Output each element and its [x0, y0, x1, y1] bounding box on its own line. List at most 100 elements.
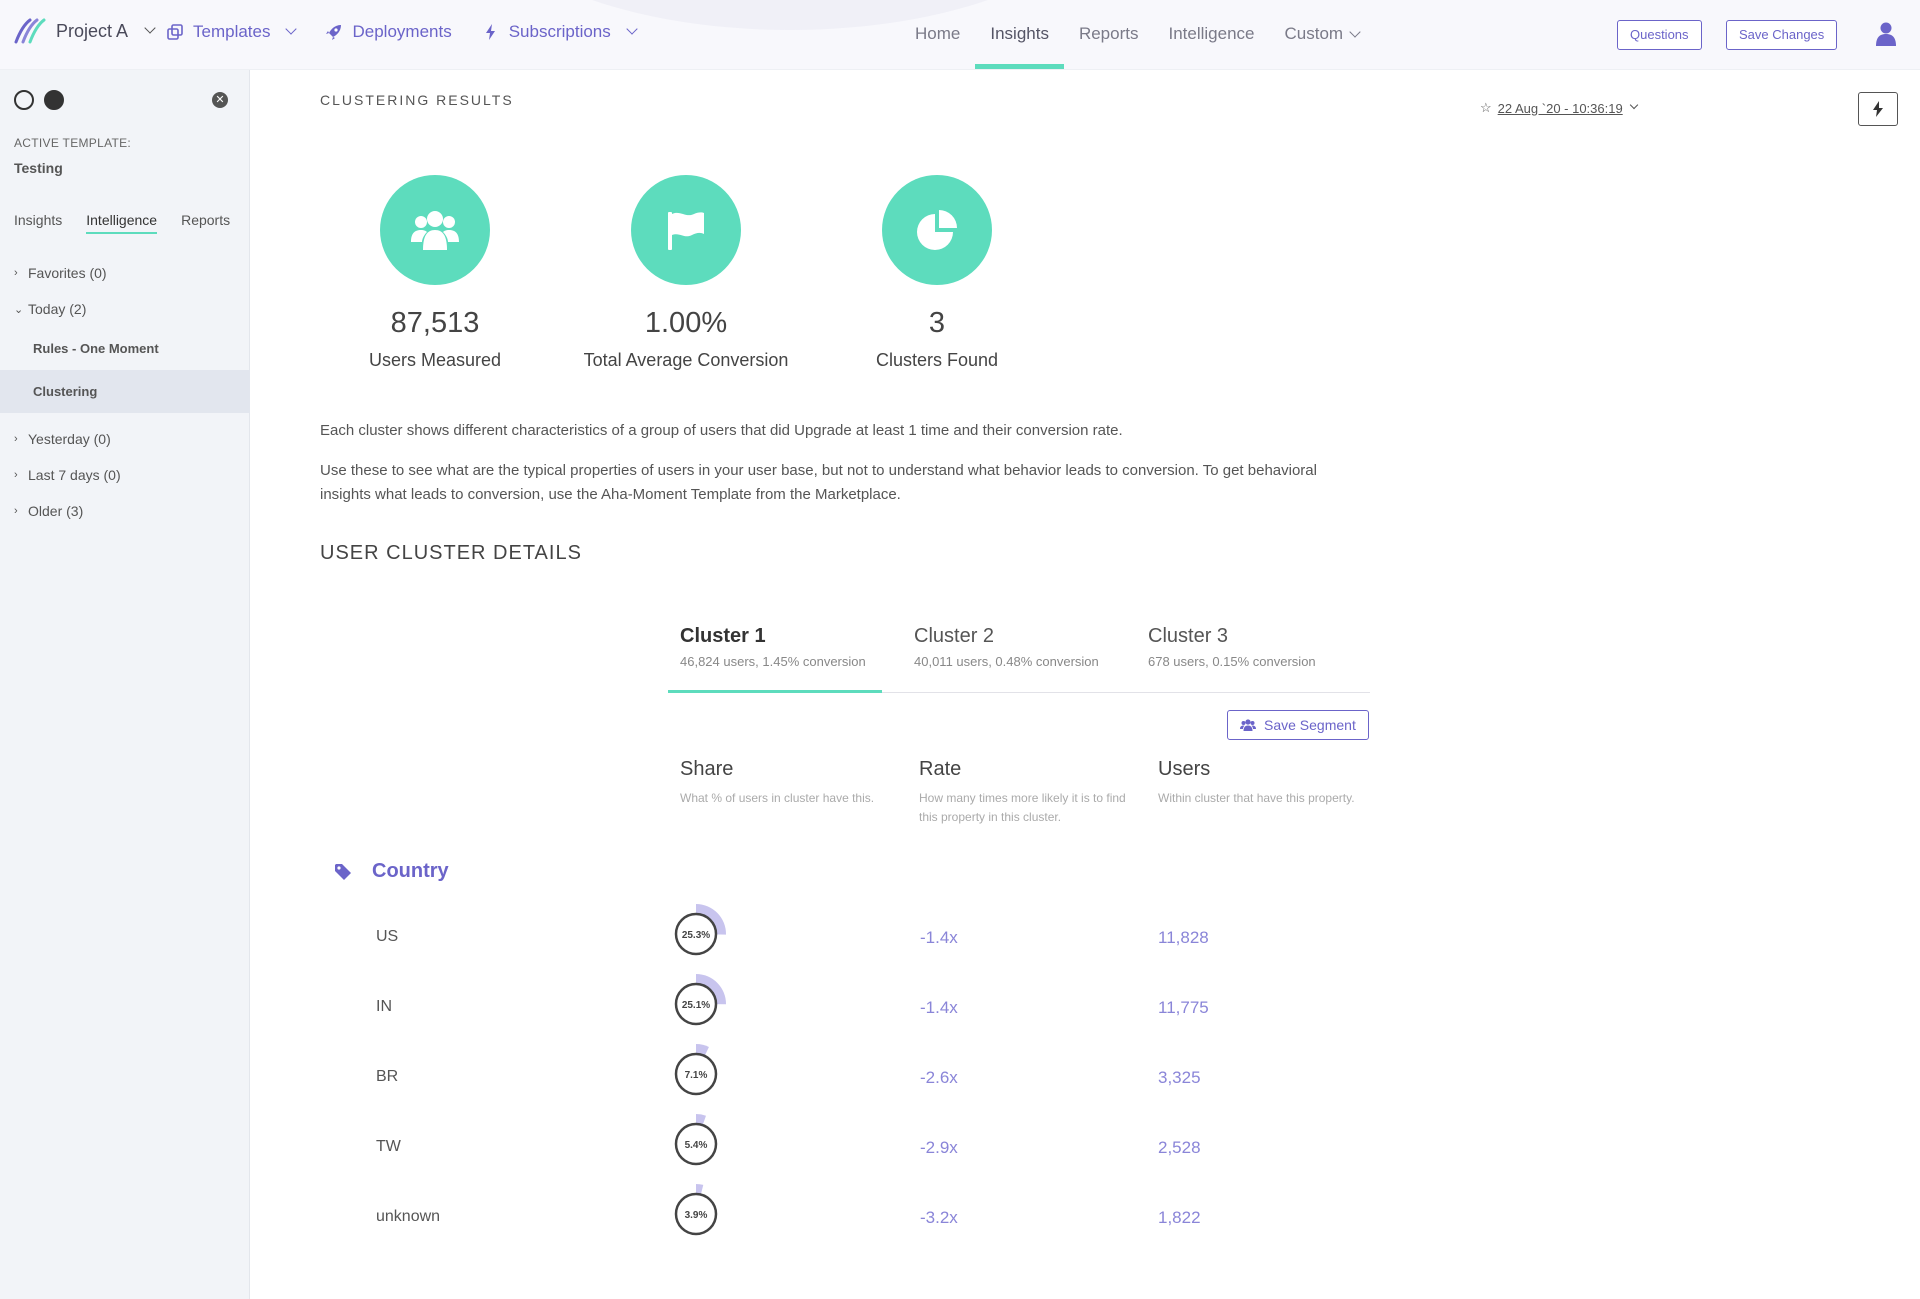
primary-nav: Templates Deployments Subscriptions	[166, 22, 638, 42]
nav-subscriptions[interactable]: Subscriptions	[482, 22, 638, 42]
bolt-icon	[485, 24, 495, 40]
light-theme-toggle[interactable]	[14, 90, 34, 110]
property-name: unknown	[376, 1208, 441, 1225]
rate-value: -1.4x	[920, 928, 958, 947]
sidebar-tab-intelligence[interactable]: Intelligence	[86, 212, 158, 234]
close-icon[interactable]: ✕	[212, 92, 228, 108]
property-name: BR	[376, 1068, 399, 1085]
save-changes-button[interactable]: Save Changes	[1726, 20, 1838, 50]
category-label: Country	[372, 860, 449, 882]
table-row: TW 5.4% -2.9x 2,528	[250, 1114, 1450, 1198]
users-value: 3,325	[1158, 1068, 1201, 1087]
dark-theme-toggle[interactable]	[44, 90, 64, 110]
users-value: 1,822	[1158, 1208, 1201, 1227]
tab-insights[interactable]: Insights	[975, 0, 1064, 69]
chevron-right-icon: ›	[14, 433, 18, 445]
tab-intelligence[interactable]: Intelligence	[1153, 0, 1269, 69]
timestamp: 22 Aug `20 - 10:36:19	[1497, 100, 1623, 116]
tab-cluster-3[interactable]: Cluster 3 678 users, 0.15% conversion	[1136, 625, 1370, 692]
active-template-label: ACTIVE TEMPLATE:	[14, 136, 132, 150]
column-title: Share	[680, 758, 734, 780]
column-description: What % of users in cluster have this.	[680, 791, 875, 805]
group-label: Yesterday (0)	[28, 431, 111, 447]
stat-value: 87,513	[390, 307, 480, 339]
cluster-summary: 678 users, 0.15% conversion	[1148, 654, 1316, 669]
rocket-icon	[326, 25, 342, 40]
section-tabs: Home Insights Reports Intelligence Custo…	[900, 0, 1375, 69]
active-template-value: Testing	[14, 160, 63, 176]
group-label: Favorites (0)	[28, 265, 107, 281]
column-description: Within cluster that have this property.	[1158, 791, 1355, 805]
sidebar-tab-insights[interactable]: Insights	[14, 212, 62, 234]
nav-deployments[interactable]: Deployments	[325, 22, 452, 42]
sidebar-tabs: Insights Intelligence Reports	[14, 212, 230, 234]
tab-cluster-1[interactable]: Cluster 1 46,824 users, 1.45% conversion	[668, 625, 902, 693]
cluster-summary: 46,824 users, 1.45% conversion	[680, 654, 866, 669]
sidebar-tab-reports[interactable]: Reports	[181, 212, 230, 234]
nav-templates[interactable]: Templates	[166, 22, 298, 42]
tab-home[interactable]: Home	[900, 0, 975, 69]
chevron-right-icon: ›	[14, 469, 18, 481]
rate-value: -2.6x	[920, 1068, 958, 1087]
project-switcher[interactable]: Project A	[14, 18, 156, 44]
tag-icon	[335, 863, 351, 880]
users-icon	[1240, 719, 1256, 731]
share-donut: 25.3%	[674, 904, 726, 956]
share-donut: 25.1%	[674, 974, 726, 1026]
column-share: Share What % of users in cluster have th…	[680, 758, 890, 808]
timestamp-selector[interactable]: ☆ 22 Aug `20 - 10:36:19	[1480, 100, 1638, 116]
history-tree: › Favorites (0) ⌄ Today (2) Rules - One Mo…	[0, 255, 250, 529]
description-text: Each cluster shows different characteris…	[320, 422, 1123, 439]
quick-action-button[interactable]	[1858, 92, 1898, 126]
table-row: BR 7.1% -2.6x 3,325	[250, 1044, 1450, 1128]
column-title: Rate	[919, 758, 962, 780]
column-description: How many times more likely it is to find…	[919, 791, 1126, 824]
table-row: IN 25.1% -1.4x 11,775	[250, 974, 1450, 1058]
table-row: US 25.3% -1.4x 11,828	[250, 904, 1450, 988]
stat-label: Total Average Conversion	[583, 350, 789, 370]
property-name: US	[376, 928, 399, 945]
stat-average-conversion: 1.00% Total Average Conversion	[566, 175, 806, 371]
rate-value: -3.2x	[920, 1208, 958, 1227]
stat-users-measured: 87,513 Users Measured	[315, 175, 555, 371]
users-icon	[380, 175, 490, 285]
column-title: Users	[1158, 758, 1211, 780]
theme-switch	[14, 90, 64, 110]
history-item-rules-one-moment[interactable]: Rules - One Moment	[0, 327, 250, 370]
group-label: Older (3)	[28, 503, 84, 519]
questions-button[interactable]: Questions	[1617, 20, 1702, 50]
page-title: CLUSTERING RESULTS	[320, 92, 514, 108]
column-users: Users Within cluster that have this prop…	[1158, 758, 1368, 808]
group-label: Last 7 days (0)	[28, 467, 121, 483]
chevron-right-icon: ›	[14, 505, 18, 517]
share-label: 25.3%	[682, 930, 710, 941]
group-older[interactable]: › Older (3)	[0, 493, 250, 529]
group-label: Today (2)	[28, 301, 87, 317]
history-item-clustering[interactable]: Clustering	[0, 370, 250, 413]
category-header: Country	[334, 860, 449, 883]
save-segment-button[interactable]: Save Segment	[1227, 710, 1369, 740]
tab-cluster-2[interactable]: Cluster 2 40,011 users, 0.48% conversion	[902, 625, 1136, 692]
share-donut: 7.1%	[674, 1044, 718, 1096]
group-today[interactable]: ⌄ Today (2)	[0, 291, 250, 327]
rate-value: -1.4x	[920, 998, 958, 1017]
property-name: TW	[376, 1138, 401, 1155]
group-yesterday[interactable]: › Yesterday (0)	[0, 421, 250, 457]
group-last-7-days[interactable]: › Last 7 days (0)	[0, 457, 250, 493]
share-label: 25.1%	[682, 1000, 710, 1011]
tab-custom[interactable]: Custom	[1270, 0, 1375, 69]
flag-icon	[631, 175, 741, 285]
users-value: 11,828	[1158, 928, 1209, 947]
cluster-tabs: Cluster 1 46,824 users, 1.45% conversion…	[668, 625, 1370, 693]
group-favorites[interactable]: › Favorites (0)	[0, 255, 250, 291]
stat-value: 3	[928, 307, 946, 339]
chevron-down-icon	[1629, 100, 1638, 110]
tab-reports[interactable]: Reports	[1064, 0, 1154, 69]
cluster-name: Cluster 3	[1148, 625, 1229, 647]
bolt-icon	[1873, 101, 1883, 117]
table-row: unknown 3.9% -3.2x 1,822	[250, 1184, 1450, 1268]
user-icon[interactable]	[1876, 22, 1896, 46]
rate-value: -2.9x	[920, 1138, 958, 1157]
chevron-right-icon: ›	[14, 267, 18, 279]
star-icon[interactable]: ☆	[1480, 100, 1492, 116]
